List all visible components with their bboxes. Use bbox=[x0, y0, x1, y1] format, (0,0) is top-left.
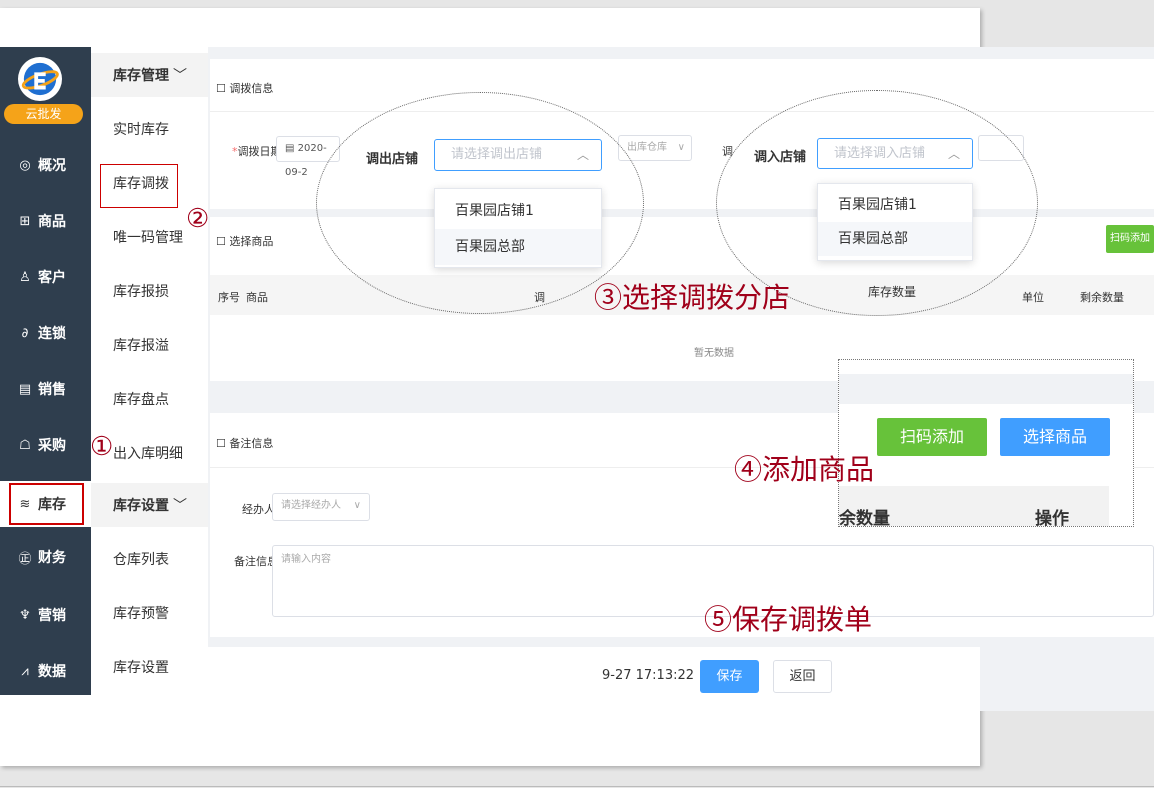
crown-icon: ♆ bbox=[19, 607, 31, 623]
col-remaining-zoom: 余数量 bbox=[839, 509, 890, 529]
grid-icon: ⊞ bbox=[19, 213, 31, 229]
calendar-icon: ▤ bbox=[285, 143, 298, 154]
sidebar: 云批发 ◎ 概况 ⊞ 商品 ♙ 客户 ∂ 连锁 ▤ 销售 ☖ 采购 ≋ 库存 ㊣财务 ♆ 营销 … bbox=[0, 47, 91, 695]
nav-label: 数据 bbox=[38, 664, 66, 680]
annotation-step1: ① bbox=[90, 432, 114, 462]
nav-inventory[interactable]: ≋ 库存 bbox=[0, 481, 91, 527]
panel-title: ☐ 调拨信息 bbox=[216, 82, 274, 95]
highlight-box bbox=[100, 164, 178, 208]
submenu-group-inventory-management[interactable]: 库存管理 ﹀ bbox=[91, 53, 208, 97]
annotation-step5: ⑤保存调拨单 bbox=[704, 603, 873, 636]
nav-label: 财务 bbox=[38, 550, 66, 566]
in-store-label: 调入店铺 bbox=[754, 150, 807, 165]
nav-label: 商品 bbox=[38, 214, 66, 230]
chevron-down-icon: ﹀ bbox=[173, 498, 187, 514]
nav-label: 营销 bbox=[38, 608, 66, 624]
col-remaining: 剩余数量 bbox=[1080, 291, 1124, 304]
nav-customers[interactable]: ♙ 客户 bbox=[0, 257, 91, 297]
chart-line-icon: ⩘ bbox=[21, 663, 29, 679]
zoom-table-header: 余数量 操作 bbox=[839, 486, 1109, 529]
in-store-dropdown: 百果园店铺1 百果园总部 bbox=[817, 183, 973, 261]
out-store-select[interactable]: 请选择调出店铺 ︿ bbox=[434, 139, 602, 171]
footer-timestamp: 9-27 17:13:22 bbox=[602, 668, 695, 683]
divider bbox=[0, 786, 1154, 787]
brand-badge: 云批发 bbox=[4, 104, 83, 124]
nav-marketing[interactable]: ♆ 营销 bbox=[0, 595, 91, 635]
nav-chain[interactable]: ∂ 连锁 bbox=[0, 313, 91, 353]
handler-select[interactable]: 请选择经办人 ∨ bbox=[272, 493, 370, 521]
nav-purchase[interactable]: ☖ 采购 bbox=[0, 425, 91, 465]
nav-label: 连锁 bbox=[38, 326, 66, 342]
scan-add-button[interactable]: 扫码添加 bbox=[1106, 225, 1154, 253]
zoom-gap bbox=[839, 374, 1133, 404]
col-index: 序号 bbox=[218, 291, 240, 304]
cart-icon: ☖ bbox=[19, 437, 31, 453]
submenu-item-realtime-stock[interactable]: 实时库存 bbox=[91, 107, 208, 151]
user-icon: ♙ bbox=[19, 269, 31, 285]
date-label: *调拨日期 bbox=[232, 145, 282, 158]
divider bbox=[210, 111, 1154, 112]
in-store-option[interactable]: 百果园店铺1 bbox=[818, 188, 972, 222]
nav-sales[interactable]: ▤ 销售 bbox=[0, 369, 91, 409]
in-store-option[interactable]: 百果园总部 bbox=[818, 222, 972, 256]
out-store-option[interactable]: 百果园店铺1 bbox=[435, 193, 601, 229]
money-icon: ㊣ bbox=[18, 551, 32, 567]
nav-label: 销售 bbox=[38, 382, 66, 398]
footer-bg bbox=[603, 648, 843, 650]
highlight-box bbox=[9, 483, 84, 525]
submenu-item-stock-transfer[interactable]: 库存调拨 bbox=[91, 161, 208, 208]
nav-overview[interactable]: ◎ 概况 bbox=[0, 145, 91, 185]
col-unit: 单位 bbox=[1022, 291, 1044, 304]
link-icon: ∂ bbox=[21, 325, 29, 341]
panel-title: ☐ 备注信息 bbox=[216, 437, 274, 450]
nav-label: 概况 bbox=[38, 158, 66, 174]
submenu-item-stock-overflow[interactable]: 库存报溢 bbox=[91, 323, 208, 367]
select-goods-button[interactable]: 选择商品 bbox=[1000, 418, 1110, 456]
back-button[interactable]: 返回 bbox=[773, 660, 832, 693]
submenu: 库存管理 ﹀ 实时库存 库存调拨 唯一码管理 库存报损 库存报溢 库存盘点 出入库… bbox=[91, 47, 208, 695]
nav-finance[interactable]: ㊣财务 bbox=[0, 537, 91, 577]
in-store-select[interactable]: 请选择调入店铺 ︿ bbox=[817, 138, 973, 169]
nav-goods[interactable]: ⊞ 商品 bbox=[0, 201, 91, 241]
out-store-option[interactable]: 百果园总部 bbox=[435, 229, 601, 265]
col-goods: 商品 bbox=[246, 291, 268, 304]
annotation-step2: ② bbox=[186, 204, 210, 234]
nav-label: 采购 bbox=[38, 438, 66, 454]
edit-icon: ☐ bbox=[216, 437, 230, 450]
annotation-step3: ③选择调拨分店 bbox=[594, 281, 791, 314]
submenu-group-inventory-settings[interactable]: 库存设置 ﹀ bbox=[91, 483, 208, 527]
nav-data[interactable]: ⩘ 数据 bbox=[0, 651, 91, 691]
receipt-icon: ▤ bbox=[18, 381, 32, 397]
submenu-item-stock-settings[interactable]: 库存设置 bbox=[91, 645, 208, 689]
save-button[interactable]: 保存 bbox=[700, 660, 759, 693]
chevron-up-icon: ︿ bbox=[576, 148, 589, 162]
dashboard-icon: ◎ bbox=[19, 157, 31, 173]
add-goods-zoom: 扫码添加 选择商品 余数量 操作 bbox=[838, 359, 1134, 529]
submenu-item-stock-loss[interactable]: 库存报损 bbox=[91, 269, 208, 313]
chevron-down-icon: ﹀ bbox=[173, 68, 187, 84]
box-icon: ☐ bbox=[216, 235, 230, 248]
scan-add-button-zoom[interactable]: 扫码添加 bbox=[877, 418, 987, 456]
handler-label: 经办人 bbox=[242, 503, 275, 516]
out-store-dropdown: 百果园店铺1 百果园总部 bbox=[434, 188, 602, 268]
chevron-down-icon: ∨ bbox=[353, 500, 361, 511]
empty-text: 暂无数据 bbox=[694, 348, 734, 359]
annotation-step4: ④添加商品 bbox=[734, 453, 875, 486]
chevron-down-icon: ∨ bbox=[677, 142, 685, 153]
panel-title: ☐ 选择商品 bbox=[216, 235, 274, 248]
submenu-item-stocktaking[interactable]: 库存盘点 bbox=[91, 377, 208, 421]
app-logo-icon bbox=[18, 57, 62, 101]
nav-label: 客户 bbox=[38, 270, 66, 286]
col-action-zoom: 操作 bbox=[1035, 509, 1069, 529]
edit-icon: ☐ bbox=[216, 82, 230, 95]
chevron-up-icon: ︿ bbox=[947, 147, 960, 161]
out-store-label: 调出店铺 bbox=[366, 152, 419, 167]
submenu-item-stock-alert[interactable]: 库存预警 bbox=[91, 591, 208, 635]
submenu-item-warehouse-list[interactable]: 仓库列表 bbox=[91, 537, 208, 581]
